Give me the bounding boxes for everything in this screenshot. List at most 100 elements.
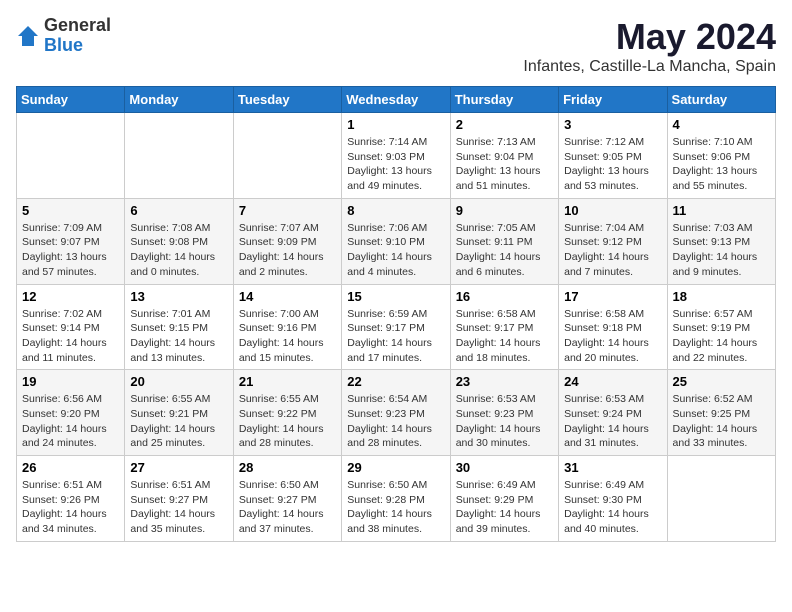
- header-row: SundayMondayTuesdayWednesdayThursdayFrid…: [17, 87, 776, 113]
- calendar-cell: 28 Sunrise: 6:50 AM Sunset: 9:27 PM Dayli…: [233, 456, 341, 542]
- day-info: Sunrise: 7:02 AM Sunset: 9:14 PM Dayligh…: [22, 307, 119, 366]
- day-of-week-header: Friday: [559, 87, 667, 113]
- calendar-cell: [233, 113, 341, 199]
- calendar-cell: [667, 456, 775, 542]
- calendar-cell: 24Sunrise: 6:53 AM Sunset: 9:24 PM Dayli…: [559, 370, 667, 456]
- day-number: 28: [239, 460, 336, 475]
- calendar-cell: [125, 113, 233, 199]
- day-number: 17: [564, 289, 661, 304]
- day-info: Sunrise: 6:56 AM Sunset: 9:20 PM Dayligh…: [22, 392, 119, 451]
- page-header: General Blue May 2024 Infantes, Castille…: [16, 16, 776, 76]
- calendar-week-row: 19 Sunrise: 6:56 AM Sunset: 9:20 PM Dayli…: [17, 370, 776, 456]
- calendar-week-row: 26 Sunrise: 6:51 AM Sunset: 9:26 PM Dayli…: [17, 456, 776, 542]
- day-number: 26: [22, 460, 119, 475]
- day-number: 10: [564, 203, 661, 218]
- calendar-cell: 7Sunrise: 7:07 AM Sunset: 9:09 PM Daylig…: [233, 198, 341, 284]
- day-info: Sunrise: 6:50 AM Sunset: 9:28 PM Dayligh…: [347, 478, 444, 537]
- logo-blue: Blue: [44, 36, 111, 56]
- calendar-cell: 3 Sunrise: 7:12 AM Sunset: 9:05 PM Daylig…: [559, 113, 667, 199]
- day-number: 16: [456, 289, 553, 304]
- day-of-week-header: Tuesday: [233, 87, 341, 113]
- calendar-cell: 19 Sunrise: 6:56 AM Sunset: 9:20 PM Dayli…: [17, 370, 125, 456]
- day-of-week-header: Sunday: [17, 87, 125, 113]
- calendar: SundayMondayTuesdayWednesdayThursdayFrid…: [16, 86, 776, 542]
- day-of-week-header: Thursday: [450, 87, 558, 113]
- day-number: 22: [347, 374, 444, 389]
- day-info: Sunrise: 6:49 AM Sunset: 9:30 PM Dayligh…: [564, 478, 661, 537]
- calendar-cell: 6 Sunrise: 7:08 AM Sunset: 9:08 PM Daylig…: [125, 198, 233, 284]
- calendar-cell: 18 Sunrise: 6:57 AM Sunset: 9:19 PM Dayli…: [667, 284, 775, 370]
- day-info: Sunrise: 7:13 AM Sunset: 9:04 PM Dayligh…: [456, 135, 553, 194]
- day-number: 20: [130, 374, 227, 389]
- day-info: Sunrise: 7:01 AM Sunset: 9:15 PM Dayligh…: [130, 307, 227, 366]
- day-info: Sunrise: 6:49 AM Sunset: 9:29 PM Dayligh…: [456, 478, 553, 537]
- day-info: Sunrise: 7:09 AM Sunset: 9:07 PM Dayligh…: [22, 221, 119, 280]
- day-number: 19: [22, 374, 119, 389]
- calendar-cell: 25 Sunrise: 6:52 AM Sunset: 9:25 PM Dayli…: [667, 370, 775, 456]
- calendar-cell: 21Sunrise: 6:55 AM Sunset: 9:22 PM Dayli…: [233, 370, 341, 456]
- day-number: 4: [673, 117, 770, 132]
- day-info: Sunrise: 7:03 AM Sunset: 9:13 PM Dayligh…: [673, 221, 770, 280]
- day-info: Sunrise: 7:06 AM Sunset: 9:10 PM Dayligh…: [347, 221, 444, 280]
- calendar-header: SundayMondayTuesdayWednesdayThursdayFrid…: [17, 87, 776, 113]
- calendar-cell: [17, 113, 125, 199]
- calendar-cell: 8Sunrise: 7:06 AM Sunset: 9:10 PM Daylig…: [342, 198, 450, 284]
- calendar-cell: 1 Sunrise: 7:14 AM Sunset: 9:03 PM Daylig…: [342, 113, 450, 199]
- day-of-week-header: Wednesday: [342, 87, 450, 113]
- day-number: 29: [347, 460, 444, 475]
- day-info: Sunrise: 7:10 AM Sunset: 9:06 PM Dayligh…: [673, 135, 770, 194]
- day-number: 2: [456, 117, 553, 132]
- day-info: Sunrise: 7:08 AM Sunset: 9:08 PM Dayligh…: [130, 221, 227, 280]
- day-number: 31: [564, 460, 661, 475]
- calendar-cell: 23Sunrise: 6:53 AM Sunset: 9:23 PM Dayli…: [450, 370, 558, 456]
- day-number: 25: [673, 374, 770, 389]
- day-info: Sunrise: 7:05 AM Sunset: 9:11 PM Dayligh…: [456, 221, 553, 280]
- calendar-cell: 12Sunrise: 7:02 AM Sunset: 9:14 PM Dayli…: [17, 284, 125, 370]
- day-info: Sunrise: 6:54 AM Sunset: 9:23 PM Dayligh…: [347, 392, 444, 451]
- calendar-cell: 4 Sunrise: 7:10 AM Sunset: 9:06 PM Daylig…: [667, 113, 775, 199]
- day-info: Sunrise: 7:12 AM Sunset: 9:05 PM Dayligh…: [564, 135, 661, 194]
- day-info: Sunrise: 6:57 AM Sunset: 9:19 PM Dayligh…: [673, 307, 770, 366]
- day-info: Sunrise: 7:07 AM Sunset: 9:09 PM Dayligh…: [239, 221, 336, 280]
- day-info: Sunrise: 6:59 AM Sunset: 9:17 PM Dayligh…: [347, 307, 444, 366]
- calendar-week-row: 5Sunrise: 7:09 AM Sunset: 9:07 PM Daylig…: [17, 198, 776, 284]
- logo-icon: [16, 24, 40, 48]
- calendar-cell: 29 Sunrise: 6:50 AM Sunset: 9:28 PM Dayli…: [342, 456, 450, 542]
- day-info: Sunrise: 7:14 AM Sunset: 9:03 PM Dayligh…: [347, 135, 444, 194]
- day-info: Sunrise: 7:00 AM Sunset: 9:16 PM Dayligh…: [239, 307, 336, 366]
- day-of-week-header: Monday: [125, 87, 233, 113]
- day-info: Sunrise: 6:50 AM Sunset: 9:27 PM Dayligh…: [239, 478, 336, 537]
- calendar-cell: 27Sunrise: 6:51 AM Sunset: 9:27 PM Dayli…: [125, 456, 233, 542]
- calendar-cell: 31 Sunrise: 6:49 AM Sunset: 9:30 PM Dayli…: [559, 456, 667, 542]
- calendar-cell: 14 Sunrise: 7:00 AM Sunset: 9:16 PM Dayli…: [233, 284, 341, 370]
- day-number: 21: [239, 374, 336, 389]
- day-number: 18: [673, 289, 770, 304]
- day-number: 3: [564, 117, 661, 132]
- title-block: May 2024 Infantes, Castille-La Mancha, S…: [523, 16, 776, 76]
- day-info: Sunrise: 6:53 AM Sunset: 9:23 PM Dayligh…: [456, 392, 553, 451]
- calendar-cell: 17 Sunrise: 6:58 AM Sunset: 9:18 PM Dayli…: [559, 284, 667, 370]
- location: Infantes, Castille-La Mancha, Spain: [523, 58, 776, 76]
- day-info: Sunrise: 6:52 AM Sunset: 9:25 PM Dayligh…: [673, 392, 770, 451]
- calendar-cell: 26 Sunrise: 6:51 AM Sunset: 9:26 PM Dayli…: [17, 456, 125, 542]
- calendar-cell: 11 Sunrise: 7:03 AM Sunset: 9:13 PM Dayli…: [667, 198, 775, 284]
- calendar-cell: 16 Sunrise: 6:58 AM Sunset: 9:17 PM Dayli…: [450, 284, 558, 370]
- day-number: 14: [239, 289, 336, 304]
- day-info: Sunrise: 7:04 AM Sunset: 9:12 PM Dayligh…: [564, 221, 661, 280]
- calendar-week-row: 1 Sunrise: 7:14 AM Sunset: 9:03 PM Daylig…: [17, 113, 776, 199]
- day-info: Sunrise: 6:58 AM Sunset: 9:18 PM Dayligh…: [564, 307, 661, 366]
- day-number: 1: [347, 117, 444, 132]
- day-info: Sunrise: 6:53 AM Sunset: 9:24 PM Dayligh…: [564, 392, 661, 451]
- day-number: 9: [456, 203, 553, 218]
- day-number: 13: [130, 289, 227, 304]
- calendar-cell: 22 Sunrise: 6:54 AM Sunset: 9:23 PM Dayli…: [342, 370, 450, 456]
- day-info: Sunrise: 6:58 AM Sunset: 9:17 PM Dayligh…: [456, 307, 553, 366]
- month-title: May 2024: [523, 16, 776, 58]
- day-number: 11: [673, 203, 770, 218]
- logo-text: General Blue: [44, 16, 111, 56]
- day-info: Sunrise: 6:51 AM Sunset: 9:27 PM Dayligh…: [130, 478, 227, 537]
- day-number: 6: [130, 203, 227, 218]
- calendar-cell: 30Sunrise: 6:49 AM Sunset: 9:29 PM Dayli…: [450, 456, 558, 542]
- calendar-cell: 2 Sunrise: 7:13 AM Sunset: 9:04 PM Daylig…: [450, 113, 558, 199]
- day-info: Sunrise: 6:51 AM Sunset: 9:26 PM Dayligh…: [22, 478, 119, 537]
